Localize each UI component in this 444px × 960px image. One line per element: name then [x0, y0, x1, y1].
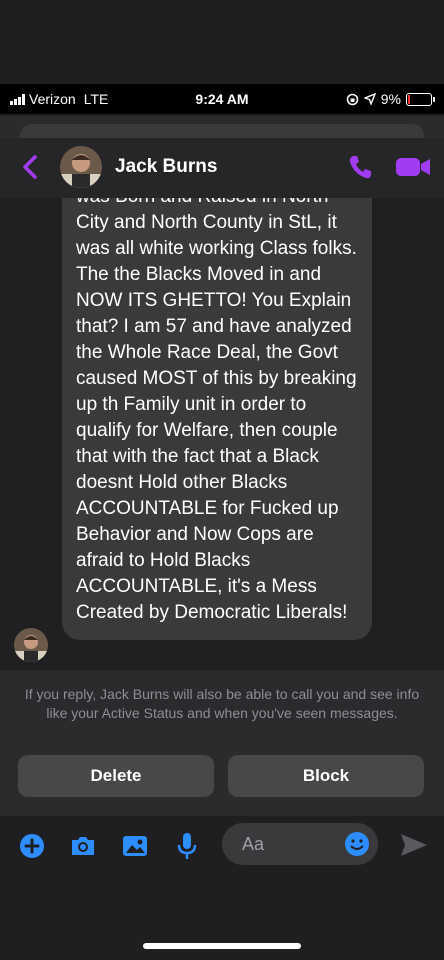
profile-photo-icon	[60, 146, 102, 188]
delete-button[interactable]: Delete	[18, 755, 214, 797]
battery-icon	[406, 92, 435, 106]
battery-percent: 9%	[380, 91, 401, 107]
screen: Verizon LTE 9:24 AM 9% Jack Burns City a…	[0, 0, 444, 960]
back-button[interactable]	[18, 152, 44, 182]
block-button[interactable]: Block	[228, 755, 424, 797]
composer-bar: Aa	[0, 816, 444, 876]
plus-icon[interactable]	[17, 831, 47, 861]
emoji-icon[interactable]	[344, 831, 370, 857]
lock-rotation-icon	[346, 93, 359, 105]
profile-photo-icon	[14, 628, 48, 662]
video-icon[interactable]	[394, 152, 432, 182]
image-icon[interactable]	[120, 831, 150, 861]
conversation-header: Jack Burns	[0, 138, 444, 198]
message-bubble[interactable]: was Born and Raised in North City and No…	[62, 198, 372, 640]
message-thread[interactable]: was Born and Raised in North City and No…	[0, 198, 444, 670]
send-icon[interactable]	[398, 830, 430, 860]
contact-name[interactable]: Jack Burns	[115, 156, 217, 178]
camera-icon[interactable]	[68, 831, 98, 861]
phone-icon[interactable]	[346, 152, 376, 182]
sender-avatar	[14, 628, 48, 662]
message-input-placeholder: Aa	[242, 834, 265, 854]
location-icon	[363, 93, 376, 105]
message-input[interactable]: Aa	[222, 823, 378, 865]
status-bar: Verizon LTE 9:24 AM 9%	[0, 84, 444, 114]
microphone-icon[interactable]	[172, 831, 202, 861]
avatar[interactable]	[60, 146, 102, 188]
home-indicator[interactable]	[143, 943, 301, 949]
message-text: was Born and Raised in North City and No…	[76, 198, 357, 623]
message-request-notice: If you reply, Jack Burns will also be ab…	[24, 686, 420, 721]
sheet-edge	[20, 124, 424, 138]
status-indicators: 9%	[346, 91, 435, 107]
